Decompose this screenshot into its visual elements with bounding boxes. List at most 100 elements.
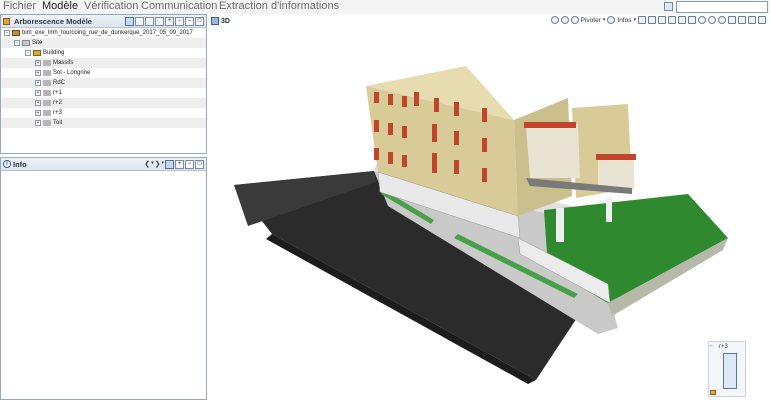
undo-view-icon[interactable] (550, 16, 559, 24)
chevron-down-icon[interactable]: ▾ (603, 17, 606, 23)
folder-icon (43, 120, 51, 126)
tree-panel-title: Arborescence Modèle (14, 16, 92, 26)
tree-row-floor[interactable]: + r+3 (1, 108, 206, 118)
tree-toolbar: + − – □ (125, 16, 206, 26)
info-icon[interactable] (607, 16, 616, 24)
building-icon (33, 50, 41, 56)
tree-row-floor[interactable]: + Toit (1, 118, 206, 128)
sort-icon[interactable] (135, 16, 144, 26)
visibility-icon[interactable] (668, 16, 676, 24)
add-icon[interactable]: + (165, 16, 174, 26)
tree-row-building[interactable]: − Building (1, 48, 206, 58)
info-toolbar: ❮ ▾ ❯ ▾ + − □ (144, 159, 206, 169)
expand-icon[interactable]: − (14, 40, 20, 46)
expand-icon[interactable]: − (25, 50, 31, 56)
folder-icon (43, 80, 51, 86)
expand-icon[interactable]: + (35, 110, 41, 116)
menu-verification[interactable]: Vérification (84, 0, 138, 13)
fullscreen-icon[interactable] (758, 16, 766, 24)
infos-label[interactable]: Infos (617, 17, 631, 24)
home-icon[interactable] (738, 16, 746, 24)
menu-modele[interactable]: Modèle (42, 0, 78, 13)
floor-label: Toit (53, 120, 63, 126)
info-icon: i (3, 160, 11, 168)
tree-row-floor[interactable]: + r+2 (1, 98, 206, 108)
navigation-cube[interactable]: ⌐ r+3 (708, 341, 746, 397)
render-icon[interactable] (678, 16, 686, 24)
material-icon[interactable] (688, 16, 696, 24)
tree-row-floor[interactable]: + r+1 (1, 88, 206, 98)
forward-arrow-icon[interactable]: ❯ (155, 160, 161, 169)
pivot-label[interactable]: Pivoter (581, 17, 601, 24)
layers-icon[interactable] (648, 16, 656, 24)
info-panel-title: Info (13, 159, 27, 169)
tree-view-icon (3, 17, 10, 25)
tree-row-site[interactable]: − Site (1, 38, 206, 48)
chevron-down-icon[interactable]: ▾ (633, 17, 636, 23)
floor-label: RdC (53, 80, 66, 86)
floor-label: Massifs (53, 60, 74, 66)
expand-icon[interactable]: + (35, 70, 41, 76)
add-icon[interactable]: + (175, 159, 184, 169)
view-title: 3D (221, 17, 230, 25)
tree-row-project[interactable]: − bim_exe_lmh_tourcoing_rue_de_dunkerque… (1, 28, 206, 38)
folder-icon (43, 100, 51, 106)
maximize-icon[interactable]: □ (195, 16, 204, 26)
floor-label: r+1 (53, 90, 62, 96)
grid-icon[interactable] (664, 2, 673, 11)
chevron-down-icon[interactable]: ▾ (151, 160, 154, 169)
zoom-fit-icon[interactable] (718, 16, 726, 24)
floor-plan-icon[interactable] (723, 353, 737, 389)
tree-row-floor[interactable]: + RdC (1, 78, 206, 88)
app-window: Fichier Modèle Vérification Communicatio… (0, 0, 770, 400)
list-icon[interactable] (145, 16, 154, 26)
filter-icon[interactable] (125, 16, 134, 26)
folder-icon (43, 70, 51, 76)
floor-label: r+2 (53, 100, 62, 106)
menu-fichier[interactable]: Fichier (3, 0, 36, 13)
expand-icon[interactable]: + (35, 60, 41, 66)
floor-label: Sol - Longrine (53, 70, 91, 76)
navcube-level-label: r+3 (719, 344, 728, 350)
section-icon[interactable] (658, 16, 666, 24)
zoom-in-icon[interactable] (698, 16, 706, 24)
menubar: Fichier Modèle Vérification Communicatio… (0, 0, 770, 14)
cube-icon[interactable] (638, 16, 646, 24)
view-toolbar: Pivoter ▾ Infos ▾ (550, 16, 766, 24)
refresh-icon[interactable] (165, 159, 174, 169)
menu-communication[interactable]: Communication (141, 0, 217, 13)
remove-icon[interactable]: − (185, 159, 194, 169)
zoom-out-icon[interactable] (708, 16, 716, 24)
maximize-icon[interactable]: □ (195, 159, 204, 169)
cube-icon (211, 17, 219, 25)
lock-icon[interactable] (710, 390, 716, 395)
tree-row-floor[interactable]: + Massifs (1, 58, 206, 68)
tree-panel-header: Arborescence Modèle + − – □ (1, 15, 206, 28)
expand-icon[interactable]: + (35, 120, 41, 126)
menu-extraction[interactable]: Extraction d'informations (219, 0, 339, 13)
balcony-roof (524, 122, 576, 128)
split-view-icon[interactable] (748, 16, 756, 24)
pivot-icon[interactable] (570, 16, 579, 24)
column (606, 198, 612, 222)
expand-icon[interactable]: + (35, 80, 41, 86)
back-arrow-icon[interactable]: ❮ (144, 160, 150, 169)
expand-icon[interactable]: − (4, 30, 10, 36)
view-header: 3D Pivoter ▾ Infos ▾ (208, 14, 770, 28)
remove-icon[interactable]: − (175, 16, 184, 26)
redo-view-icon[interactable] (560, 16, 569, 24)
chevron-down-icon[interactable]: ▾ (161, 160, 164, 169)
building-model-render (234, 66, 728, 384)
expand-icon[interactable]: + (35, 90, 41, 96)
tree-project-label: bim_exe_lmh_tourcoing_rue_de_dunkerque_2… (22, 30, 193, 36)
viewport-3d[interactable] (208, 28, 770, 400)
measure-icon[interactable] (728, 16, 736, 24)
minimize-icon[interactable]: – (185, 16, 194, 26)
expand-icon[interactable]: + (35, 100, 41, 106)
tree-site-label: Site (32, 40, 43, 46)
tree-building-label: Building (43, 50, 65, 56)
tree-row-floor[interactable]: + Sol - Longrine (1, 68, 206, 78)
search-input[interactable] (676, 0, 768, 13)
columns-icon[interactable] (155, 16, 164, 26)
info-panel: i Info ❮ ▾ ❯ ▾ + − □ (0, 157, 207, 400)
